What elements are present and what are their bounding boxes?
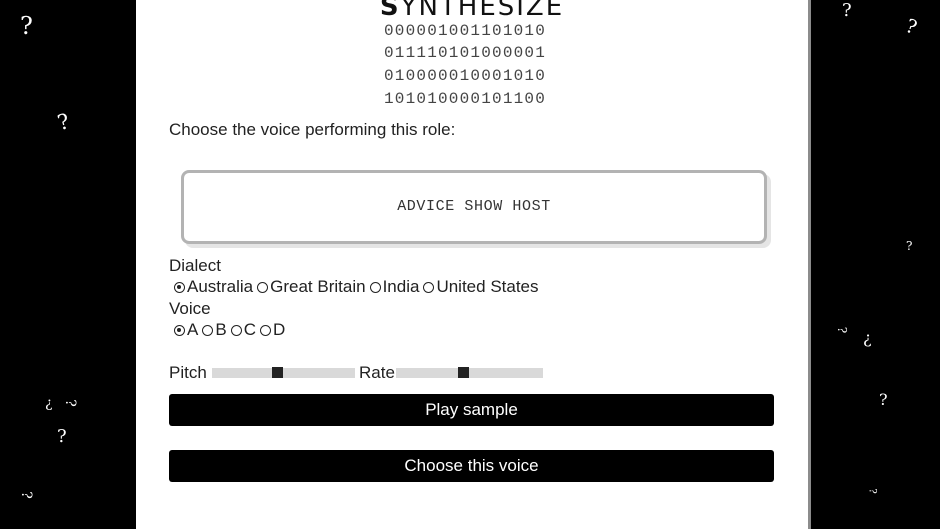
dialect-option-great-britain[interactable]: Great Britain	[257, 277, 366, 297]
rate-label: Rate	[359, 363, 395, 382]
radio-selected-icon[interactable]	[174, 281, 185, 293]
question-mark-icon: ?	[906, 239, 913, 253]
binary-line: 011110101000001	[384, 44, 547, 62]
radio-icon[interactable]	[257, 281, 269, 293]
role-name: ADVICE SHOW HOST	[397, 198, 551, 215]
dialect-options: Australia Great Britain India United Sta…	[174, 277, 543, 297]
question-mark-icon: ?	[57, 426, 67, 447]
question-mark-icon: ?	[879, 390, 888, 409]
rate-slider-thumb[interactable]	[458, 367, 469, 378]
voice-label: Voice	[169, 299, 211, 318]
voice-option-c[interactable]: C	[230, 320, 256, 340]
dialect-option-australia[interactable]: Australia	[174, 277, 253, 297]
binary-line: 000001001101010	[384, 22, 547, 40]
question-mark-icon: ?	[20, 12, 33, 40]
binary-line: 010000010001010	[384, 67, 547, 85]
radio-icon[interactable]	[230, 324, 242, 336]
choose-voice-button[interactable]: Choose this voice	[169, 450, 774, 482]
voice-option-a[interactable]: A	[174, 320, 198, 340]
question-mark-icon: ¿	[45, 395, 53, 411]
question-mark-icon: ?	[866, 488, 878, 494]
pitch-label: Pitch	[169, 363, 207, 382]
radio-icon[interactable]	[259, 324, 271, 336]
dialect-option-united-states[interactable]: United States	[423, 277, 539, 297]
pitch-slider-thumb[interactable]	[272, 367, 283, 378]
binary-line: 101010000101100	[384, 90, 547, 108]
page-title: SYNTHESIZE	[379, 0, 565, 22]
voice-prompt: Choose the voice performing this role:	[169, 120, 456, 139]
synthesize-panel: SYNTHESIZE 000001001101010 0111101010000…	[136, 0, 808, 529]
question-mark-icon: ?	[902, 14, 920, 40]
role-box: ADVICE SHOW HOST	[181, 170, 767, 244]
right-decorative-panel: ? ? ? ? ¿ ? ?	[811, 0, 940, 529]
voice-option-b[interactable]: B	[202, 320, 227, 340]
radio-icon[interactable]	[369, 281, 381, 293]
question-mark-icon: ?	[54, 108, 73, 136]
radio-icon[interactable]	[423, 281, 435, 293]
dialect-option-india[interactable]: India	[369, 277, 419, 297]
voice-options: A B C D	[174, 320, 289, 340]
play-sample-button[interactable]: Play sample	[169, 394, 774, 426]
left-decorative-panel: ? ? ¿ ? ? ?	[0, 0, 136, 529]
radio-icon[interactable]	[202, 324, 214, 336]
question-mark-icon: ?	[842, 0, 852, 21]
dialect-label: Dialect	[169, 256, 221, 275]
pitch-slider[interactable]	[212, 367, 355, 378]
voice-option-d[interactable]: D	[259, 320, 285, 340]
question-mark-icon: ?	[17, 491, 34, 499]
question-mark-icon: ?	[61, 399, 78, 407]
radio-selected-icon[interactable]	[174, 324, 185, 336]
question-mark-icon: ¿	[863, 328, 872, 347]
question-mark-icon: ?	[835, 326, 850, 334]
rate-slider[interactable]	[396, 367, 543, 378]
